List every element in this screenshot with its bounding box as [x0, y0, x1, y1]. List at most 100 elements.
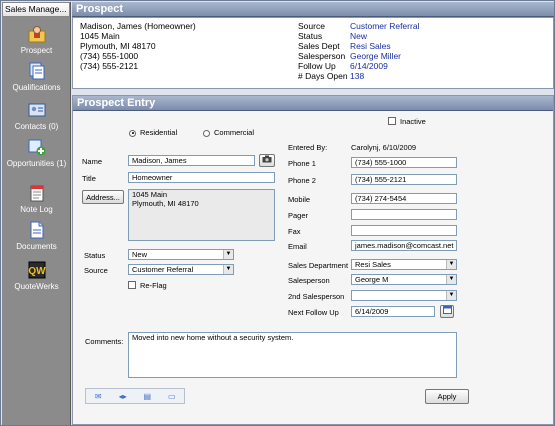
summary-key: Sales Dept — [298, 41, 340, 51]
comments-field[interactable]: Moved into new home without a security s… — [128, 332, 457, 378]
salesperson-select[interactable]: George M ▼ — [351, 274, 457, 285]
status-select[interactable]: New ▼ — [128, 249, 234, 260]
fax-label: Fax — [288, 227, 301, 236]
name-field[interactable]: Madison, James — [128, 155, 255, 166]
sidebar-item-quotewerks[interactable]: QW QuoteWerks — [2, 261, 71, 291]
sync-button[interactable]: ◂▸ — [111, 392, 136, 401]
chevron-down-icon: ▼ — [223, 265, 233, 274]
summary-value: 138 — [350, 71, 365, 81]
address-card-icon — [28, 103, 45, 117]
title-field[interactable]: Homeowner — [128, 172, 275, 183]
summary-key: # Days Open — [298, 71, 348, 81]
phone2-label: Phone 2 — [288, 176, 316, 185]
comments-label: Comments: — [85, 337, 124, 346]
chevron-down-icon: ▼ — [446, 275, 456, 284]
next-follow-up-field[interactable]: 6/14/2009 — [351, 306, 435, 317]
source-label: Source — [84, 266, 108, 275]
radio-indicator — [203, 129, 210, 137]
address-box[interactable]: 1045 Main Plymouth, MI 48170 — [128, 189, 275, 241]
camera-button[interactable] — [259, 154, 275, 167]
title-label: Title — [82, 174, 96, 183]
phone1-field[interactable]: (734) 555-1000 — [351, 157, 457, 168]
pager-label: Pager — [288, 211, 309, 220]
prospect-phone2: (734) 555-2121 — [80, 61, 139, 71]
prospect-phone1: (734) 555-1000 — [80, 51, 139, 61]
summary-row-days-open: # Days Open 138 — [298, 71, 419, 81]
address-button[interactable]: Address... — [82, 190, 124, 204]
sidebar-item-documents[interactable]: Documents — [2, 221, 71, 251]
summary-key: Follow Up — [298, 61, 336, 71]
summary-key: Source — [298, 21, 325, 31]
summary-value: 6/14/2009 — [350, 61, 388, 71]
source-select[interactable]: Customer Referral ▼ — [128, 264, 234, 275]
summary-key: Status — [298, 31, 323, 41]
notepad-icon — [30, 185, 43, 202]
sidebar-item-label: Prospect — [20, 46, 53, 55]
pager-field[interactable] — [351, 209, 457, 220]
email-button[interactable]: ✉ — [86, 392, 111, 401]
quotewerks-icon: QW — [28, 261, 46, 279]
summary-row-salesperson: Salesperson George Miller — [298, 51, 419, 61]
sales-department-select[interactable]: Resi Sales ▼ — [351, 259, 457, 270]
fax-field[interactable] — [351, 225, 457, 236]
commercial-radio[interactable]: Commercial — [203, 128, 254, 137]
notes-button[interactable]: ▤ — [135, 392, 160, 401]
sidebar-item-prospect[interactable]: Prospect — [2, 25, 71, 55]
residential-label: Residential — [140, 128, 178, 137]
calendar-icon — [442, 306, 452, 314]
mobile-field[interactable]: (734) 274-5454 — [351, 193, 457, 204]
sales-department-value: Resi Sales — [355, 260, 391, 269]
reflag-label: Re-Flag — [140, 281, 167, 290]
apply-button[interactable]: Apply — [425, 389, 469, 404]
reflag-checkbox[interactable] — [128, 281, 136, 289]
prospect-summary: Madison, James (Homeowner) 1045 Main Ply… — [72, 17, 554, 89]
summary-value: New — [350, 31, 368, 41]
sidebar: Sales Manage... Prospect Qualifications … — [2, 2, 71, 425]
sidebar-item-qualifications[interactable]: Qualifications — [2, 62, 71, 92]
salesperson-label: Salesperson — [288, 276, 330, 285]
calendar-button[interactable] — [440, 305, 454, 318]
prospect-summary-details: Source Customer Referral Status New Sales … — [298, 21, 419, 81]
prospect-address-block: Madison, James (Homeowner) 1045 Main Ply… — [80, 21, 196, 71]
radio-selected-indicator — [129, 129, 136, 137]
sidebar-item-label: Opportunities (1) — [6, 159, 67, 168]
residential-radio[interactable]: Residential — [129, 128, 177, 137]
prospect-entry-header: Prospect Entry — [73, 96, 553, 111]
card-button[interactable]: ▭ — [160, 392, 185, 401]
source-select-value: Customer Referral — [132, 265, 194, 274]
window: Sales Manage... Prospect Qualifications … — [0, 0, 555, 426]
status-label: Status — [84, 251, 106, 260]
summary-value: Customer Referral — [350, 21, 420, 31]
summary-value: Resi Sales — [350, 41, 391, 51]
summary-row-source: Source Customer Referral — [298, 21, 419, 31]
summary-row-follow-up: Follow Up 6/14/2009 — [298, 61, 419, 71]
sidebar-item-label: Note Log — [20, 205, 53, 214]
chevron-down-icon: ▼ — [446, 260, 456, 269]
envelope-icon: ✉ — [94, 391, 102, 401]
entry-toolbar: ✉ ◂▸ ▤ ▭ — [85, 388, 185, 404]
inactive-label: Inactive — [400, 117, 426, 126]
second-salesperson-select[interactable]: ▼ — [351, 290, 457, 301]
phone1-label: Phone 1 — [288, 159, 316, 168]
sidebar-item-opportunities[interactable]: Opportunities (1) — [2, 138, 71, 168]
prospect-header: Prospect — [72, 2, 554, 17]
card-icon: ▭ — [167, 391, 176, 401]
entered-by-label: Entered By: — [288, 143, 328, 152]
summary-row-sales-dept: Sales Dept Resi Sales — [298, 41, 419, 51]
phone2-field[interactable]: (734) 555-2121 — [351, 174, 457, 185]
sidebar-item-note-log[interactable]: Note Log — [2, 184, 71, 214]
inactive-checkbox[interactable] — [388, 117, 396, 125]
email-field[interactable]: james.madison@comcast.net — [351, 240, 457, 251]
status-select-value: New — [132, 250, 148, 259]
document-icon — [30, 221, 43, 239]
email-label: Email — [288, 242, 307, 251]
summary-key: Salesperson — [298, 51, 346, 61]
salesperson-value: George M — [355, 275, 389, 284]
sales-department-label: Sales Department — [288, 261, 349, 270]
sidebar-item-contacts[interactable]: Contacts (0) — [2, 101, 71, 131]
second-salesperson-label: 2nd Salesperson — [288, 292, 345, 301]
person-folder-icon — [28, 26, 45, 43]
arrows-icon: ◂▸ — [118, 391, 127, 401]
svg-text:QW: QW — [28, 266, 46, 277]
opportunity-plus-icon — [28, 139, 45, 156]
